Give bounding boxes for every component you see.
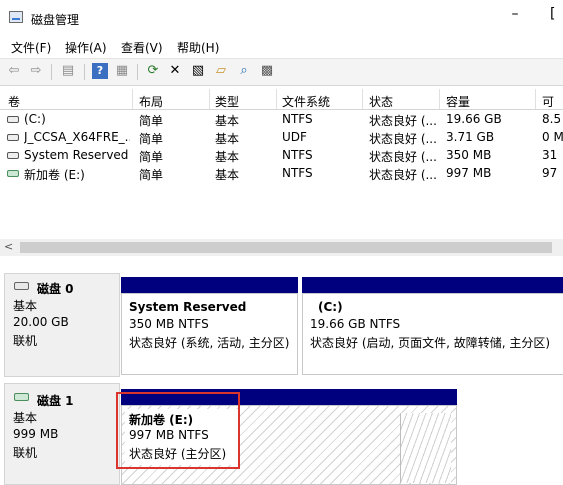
- title-bar: [0, 0, 563, 36]
- back-icon[interactable]: ⇦: [6, 63, 22, 79]
- menu-help[interactable]: 帮助(H): [177, 39, 219, 56]
- partition-status: 状态良好 (系统, 活动, 主分区): [129, 336, 290, 350]
- disk-name: 磁盘 0: [37, 282, 74, 296]
- disk-type: 基本: [13, 299, 38, 313]
- disk-size: 999 MB: [13, 427, 59, 441]
- volume-filesystem: NTFS: [282, 112, 313, 126]
- partition-size: 350 MB NTFS: [129, 317, 209, 331]
- volume-name: J_CCSA_X64FRE_...: [24, 130, 130, 144]
- disk-status: 联机: [13, 446, 38, 460]
- volume-type: 基本: [215, 168, 240, 182]
- volume-capacity: 3.71 GB: [446, 130, 495, 144]
- volume-type: 基本: [215, 114, 240, 128]
- column-header-free[interactable]: 可: [542, 93, 554, 110]
- menu-action[interactable]: 操作(A): [65, 39, 107, 56]
- partition-name: (C:): [318, 300, 343, 314]
- volume-free: 0 M: [542, 130, 563, 144]
- partition-status: 状态良好 (启动, 页面文件, 故障转储, 主分区): [310, 336, 551, 350]
- volume-filesystem: NTFS: [282, 166, 313, 180]
- volume-layout: 简单: [139, 150, 164, 164]
- properties-icon[interactable]: ▦: [114, 63, 130, 79]
- volume-status: 状态良好 (...: [369, 168, 437, 182]
- menu-view[interactable]: 查看(V): [121, 39, 163, 56]
- toolbar-separator: [137, 64, 138, 80]
- volume-name: 新加卷 (E:): [24, 168, 85, 182]
- volume-icon: [7, 152, 19, 159]
- column-header-layout[interactable]: 布局: [139, 93, 163, 110]
- volume-free: 31: [542, 148, 558, 162]
- delete-icon[interactable]: ✕: [167, 63, 183, 79]
- volume-layout: 简单: [139, 132, 164, 146]
- volume-icon: [7, 116, 19, 123]
- refresh-icon[interactable]: ⟳: [145, 63, 161, 79]
- volume-layout: 简单: [139, 168, 164, 182]
- volume-status: 状态良好 (...: [369, 114, 437, 128]
- volume-type: 基本: [215, 150, 240, 164]
- disk-management-app-icon: [9, 11, 23, 23]
- column-divider[interactable]: [276, 89, 277, 109]
- volume-name: System Reserved: [24, 148, 129, 162]
- restore-button[interactable]: [: [550, 4, 563, 24]
- volume-status: 状态良好 (...: [369, 132, 437, 146]
- hard-disk-icon: [14, 393, 29, 401]
- open-icon[interactable]: ▱: [213, 63, 229, 79]
- partition-name: System Reserved: [129, 300, 247, 314]
- column-divider[interactable]: [209, 89, 210, 109]
- volume-icon: [7, 170, 19, 177]
- volume-name: (C:): [24, 112, 46, 126]
- format-icon[interactable]: ▧: [190, 63, 206, 79]
- volume-filesystem: NTFS: [282, 148, 313, 162]
- column-header-filesystem[interactable]: 文件系统: [282, 93, 330, 110]
- column-header-type[interactable]: 类型: [215, 93, 239, 110]
- volume-free: 97: [542, 166, 558, 180]
- minimize-button[interactable]: –: [507, 4, 523, 24]
- help-icon[interactable]: ?: [92, 63, 108, 79]
- volume-free: 8.5: [542, 112, 562, 126]
- window-title: 磁盘管理: [31, 13, 80, 27]
- settings-icon[interactable]: ▩: [259, 63, 275, 79]
- volume-status: 状态良好 (...: [369, 150, 437, 164]
- column-header-volume[interactable]: 卷: [8, 93, 20, 110]
- column-divider[interactable]: [535, 89, 536, 109]
- column-divider[interactable]: [362, 89, 363, 109]
- column-header-status[interactable]: 状态: [369, 93, 393, 110]
- dvd-drive-icon: [7, 134, 19, 141]
- console-tree-icon[interactable]: ▤: [60, 63, 76, 79]
- explore-icon[interactable]: ⌕: [236, 63, 252, 79]
- volume-type: 基本: [215, 132, 240, 146]
- disk-type: 基本: [13, 411, 38, 425]
- volume-capacity: 997 MB: [446, 166, 492, 180]
- column-header-capacity[interactable]: 容量: [446, 93, 470, 110]
- partition-header-bar: [302, 277, 563, 293]
- disk-size: 20.00 GB: [13, 315, 69, 329]
- toolbar-separator: [84, 64, 85, 80]
- column-divider[interactable]: [439, 89, 440, 109]
- volume-capacity: 350 MB: [446, 148, 492, 162]
- partition-hatch-accent: [400, 413, 451, 483]
- volume-filesystem: UDF: [282, 130, 307, 144]
- selection-highlight: [116, 392, 240, 469]
- partition-header-bar: [121, 277, 298, 293]
- volume-layout: 简单: [139, 114, 164, 128]
- hard-disk-icon: [14, 282, 29, 290]
- partition-size: 19.66 GB NTFS: [310, 317, 401, 331]
- scroll-thumb[interactable]: [20, 242, 552, 253]
- volume-capacity: 19.66 GB: [446, 112, 502, 126]
- forward-icon[interactable]: ⇨: [28, 63, 44, 79]
- column-divider[interactable]: [132, 89, 133, 109]
- menu-file[interactable]: 文件(F): [11, 39, 51, 56]
- scroll-left-arrow[interactable]: <: [4, 240, 13, 253]
- toolbar-separator: [51, 64, 52, 80]
- disk-name: 磁盘 1: [37, 394, 74, 408]
- disk-status: 联机: [13, 334, 38, 348]
